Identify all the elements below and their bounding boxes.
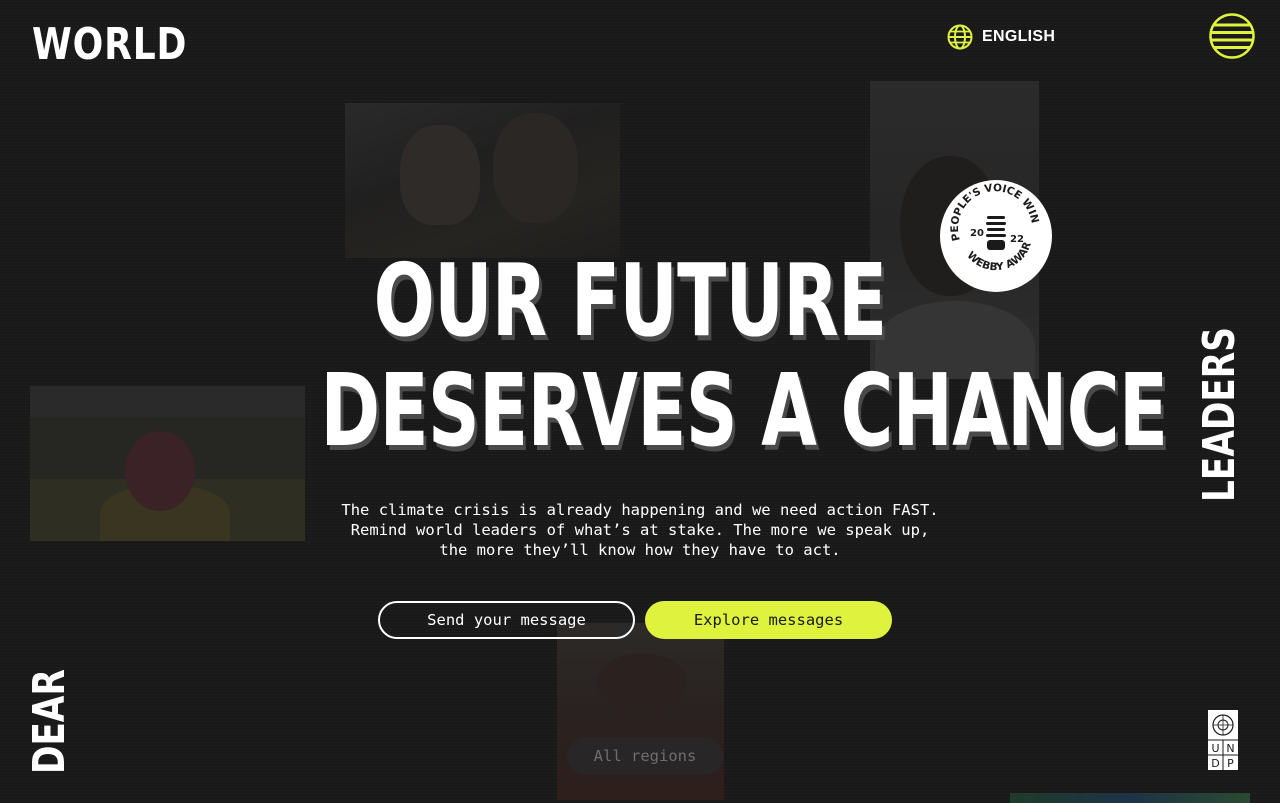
undp-letter-n: N	[1226, 742, 1234, 755]
language-label: ENGLISH	[982, 28, 1056, 45]
globe-icon	[947, 24, 973, 50]
message-photo-couple[interactable]	[345, 103, 620, 258]
explore-messages-button[interactable]: Explore messages	[645, 601, 892, 639]
striped-circle-menu-icon	[1209, 13, 1255, 59]
undp-letter-u: U	[1211, 742, 1219, 755]
webby-award-badge: PEOPLE'S VOICE WINNER WEBBY AWARDS 20 22	[936, 171, 1052, 292]
language-selector[interactable]: ENGLISH	[947, 24, 1055, 50]
hero-headline: OUR FUTURE DESERVES A CHANCE	[200, 242, 1168, 469]
message-photo-edge[interactable]	[1010, 793, 1250, 803]
spring-trophy-icon	[986, 216, 1006, 250]
undp-logo-graphic: U N D P	[1208, 710, 1238, 770]
side-word-dear: DEAR	[24, 669, 75, 774]
badge-year-left: 20	[970, 228, 984, 239]
site-logo[interactable]: WORLD	[32, 20, 187, 70]
regions-filter-button[interactable]: All regions	[567, 737, 723, 775]
badge-top-text: PEOPLE'S VOICE WINNER	[936, 171, 1041, 242]
headline-line-1: OUR FUTURE	[373, 242, 888, 359]
undp-logo[interactable]: U N D P	[1208, 710, 1238, 770]
undp-letter-p: P	[1227, 757, 1234, 770]
badge-year-right: 22	[1010, 234, 1024, 245]
undp-letter-d: D	[1211, 757, 1219, 770]
svg-text:PEOPLE'S VOICE WINNER: PEOPLE'S VOICE WINNER	[940, 180, 1041, 242]
hero-description: The climate crisis is already happening …	[341, 501, 939, 559]
menu-button[interactable]	[1209, 13, 1255, 59]
award-badge-graphic: PEOPLE'S VOICE WINNER WEBBY AWARDS 20 22	[936, 171, 1041, 273]
headline-line-2: DESERVES A CHANCE	[320, 352, 1168, 469]
send-message-button[interactable]: Send your message	[378, 601, 635, 639]
side-word-leaders: LEADERS	[1194, 327, 1245, 502]
